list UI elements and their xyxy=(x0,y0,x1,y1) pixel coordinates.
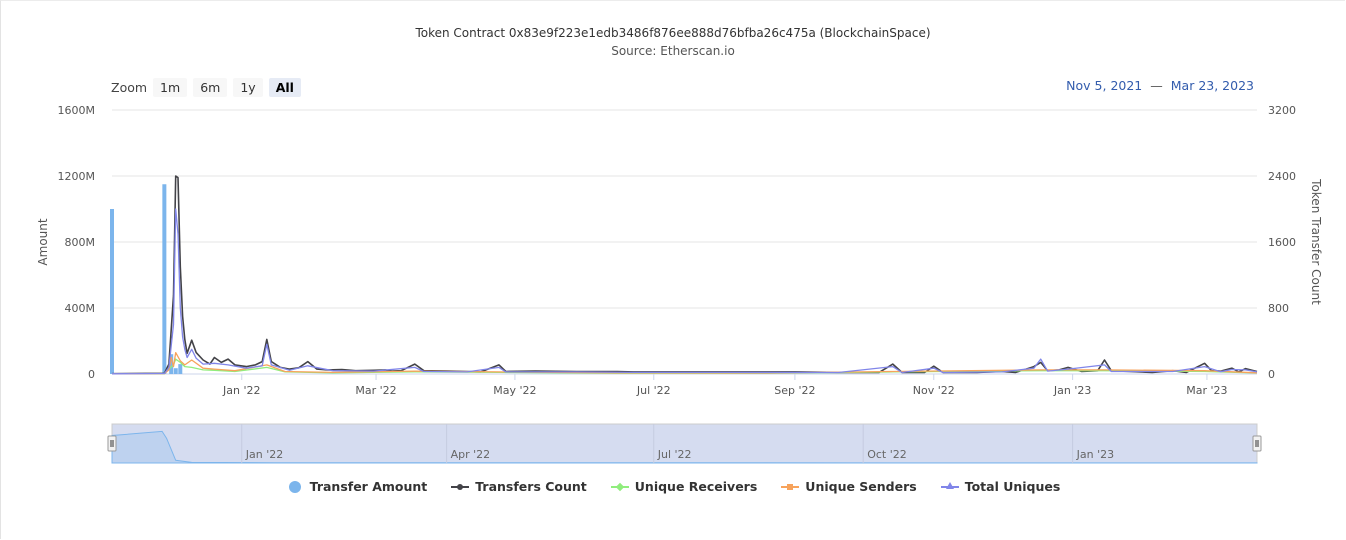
navigator-tick-label: Jan '23 xyxy=(1076,448,1114,461)
x-tick-label: Mar '23 xyxy=(1186,384,1227,397)
y-left-tick-label: 400M xyxy=(65,302,96,315)
navigator-tick-label: Jan '22 xyxy=(245,448,283,461)
y-right-tick-label: 0 xyxy=(1268,368,1275,381)
chart-canvas: 0 400M 800M 1200M 1600M 0 800 1600 2400 3200 Amoun… xyxy=(36,104,1323,464)
x-tick-label: Mar '22 xyxy=(355,384,396,397)
line-triangle-marker-icon xyxy=(940,481,959,493)
navigator-tick-label: Jul '22 xyxy=(657,448,692,461)
navigator-tick-label: Apr '22 xyxy=(451,448,491,461)
transfer-amount-bar xyxy=(173,368,178,374)
line-diamond-marker-icon xyxy=(610,481,629,493)
y-right-tick-label: 800 xyxy=(1268,302,1289,315)
y-right-tick-label: 2400 xyxy=(1268,170,1296,183)
y-right-tick-label: 3200 xyxy=(1268,104,1296,117)
transfer-amount-bar xyxy=(162,184,167,374)
y-left-tick-label: 1600M xyxy=(58,104,96,117)
x-tick-label: Jan '22 xyxy=(222,384,260,397)
x-tick-label: Jul '22 xyxy=(636,384,671,397)
legend-label: Transfers Count xyxy=(475,479,587,494)
x-tick-label: Jan '23 xyxy=(1053,384,1091,397)
line-square-marker-icon xyxy=(781,481,800,493)
y-right-axis-label: Token Transfer Count xyxy=(1309,178,1323,305)
legend-item-transfer-amount[interactable]: Transfer Amount xyxy=(286,479,428,494)
legend-item-unique-receivers[interactable]: Unique Receivers xyxy=(610,479,758,494)
transfer-amount-bar xyxy=(178,364,183,374)
legend-label: Unique Senders xyxy=(805,479,917,494)
y-left-tick-label: 800M xyxy=(65,236,96,249)
navigator-left-handle[interactable] xyxy=(107,435,117,452)
y-left-tick-label: 0 xyxy=(88,368,95,381)
navigator-tick-label: Oct '22 xyxy=(867,448,907,461)
navigator-right-handle[interactable] xyxy=(1252,435,1262,452)
y-left-axis-label: Amount xyxy=(36,218,50,265)
y-right-tick-label: 1600 xyxy=(1268,236,1296,249)
circle-marker-icon xyxy=(286,480,304,493)
x-tick-label: Nov '22 xyxy=(913,384,955,397)
legend-label: Transfer Amount xyxy=(309,479,428,494)
legend-item-total-uniques[interactable]: Total Uniques xyxy=(940,479,1061,494)
total-uniques-line xyxy=(111,208,1258,375)
transfers-count-line xyxy=(111,175,1258,375)
x-tick-label: May '22 xyxy=(493,384,536,397)
y-left-tick-label: 1200M xyxy=(58,170,96,183)
line-circle-marker-icon xyxy=(451,481,470,493)
legend-item-transfers-count[interactable]: Transfers Count xyxy=(451,479,587,494)
legend: Transfer Amount Transfers Count Unique R… xyxy=(0,479,1346,494)
legend-item-unique-senders[interactable]: Unique Senders xyxy=(781,479,917,494)
x-tick-label: Sep '22 xyxy=(774,384,815,397)
transfer-amount-bar xyxy=(110,209,114,374)
legend-label: Total Uniques xyxy=(964,479,1061,494)
legend-label: Unique Receivers xyxy=(634,479,758,494)
